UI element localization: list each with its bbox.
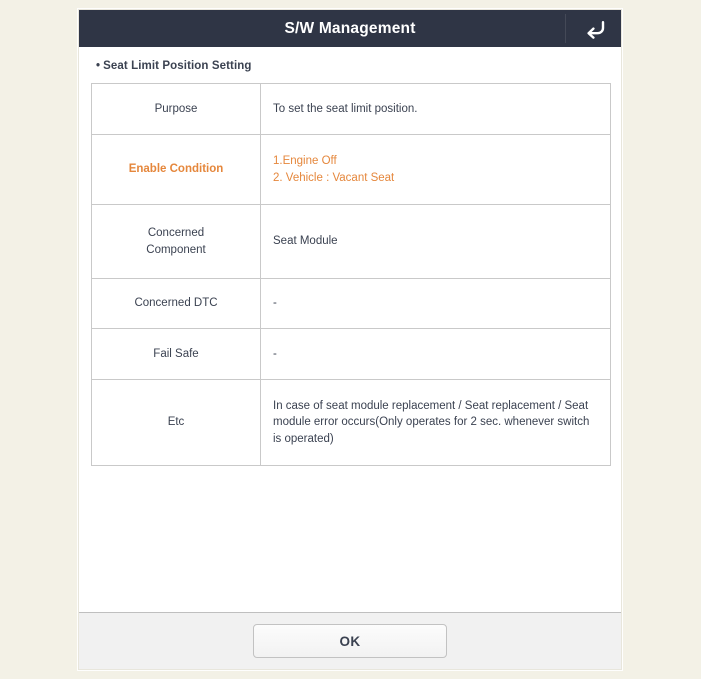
subtitle-text: Seat Limit Position Setting <box>103 60 252 72</box>
back-arrow-icon <box>583 19 605 39</box>
table-row: Concerned DTC - <box>91 278 611 329</box>
row-value: To set the seat limit position. <box>260 83 611 135</box>
table-row: Enable Condition 1.Engine Off 2. Vehicle… <box>91 134 611 205</box>
value-line: In case of seat module replacement / Sea… <box>273 400 590 445</box>
row-label: Fail Safe <box>91 328 261 380</box>
dialog-footer: OK <box>79 612 621 669</box>
spec-table: Purpose To set the seat limit position. … <box>91 83 611 466</box>
row-value: 1.Engine Off 2. Vehicle : Vacant Seat <box>260 134 611 205</box>
row-label-line1: Concerned <box>147 227 205 240</box>
row-label: Concerned DTC <box>91 278 261 329</box>
value-line: 2. Vehicle : Vacant Seat <box>273 171 395 184</box>
row-label: Concerned Component <box>91 204 261 279</box>
row-label-line2: Component <box>146 243 206 256</box>
row-value: In case of seat module replacement / Sea… <box>260 379 611 466</box>
value-line: - <box>273 347 277 360</box>
table-row: Purpose To set the seat limit position. <box>91 83 611 135</box>
subtitle-bullet: • <box>96 60 101 72</box>
row-label: Purpose <box>91 83 261 135</box>
sw-management-dialog: S/W Management • Seat Limit Position Sett… <box>78 9 622 670</box>
ok-button[interactable]: OK <box>253 624 447 658</box>
value-line: To set the seat limit position. <box>273 102 418 115</box>
table-row: Fail Safe - <box>91 328 611 380</box>
back-button[interactable] <box>566 10 621 47</box>
row-value: - <box>260 328 611 380</box>
row-value: - <box>260 278 611 329</box>
row-label: Enable Condition <box>91 134 261 205</box>
page-title: S/W Management <box>284 19 416 37</box>
value-line: 1.Engine Off <box>273 155 337 168</box>
section-subtitle: • Seat Limit Position Setting <box>79 47 621 72</box>
value-line: Seat Module <box>273 235 338 248</box>
dialog-titlebar: S/W Management <box>79 10 621 47</box>
value-line: - <box>273 297 277 310</box>
row-value: Seat Module <box>260 204 611 279</box>
row-label: Etc <box>91 379 261 466</box>
table-row: Etc In case of seat module replacement /… <box>91 379 611 466</box>
table-row: Concerned Component Seat Module <box>91 204 611 279</box>
dialog-body: • Seat Limit Position Setting Purpose To … <box>79 47 621 612</box>
